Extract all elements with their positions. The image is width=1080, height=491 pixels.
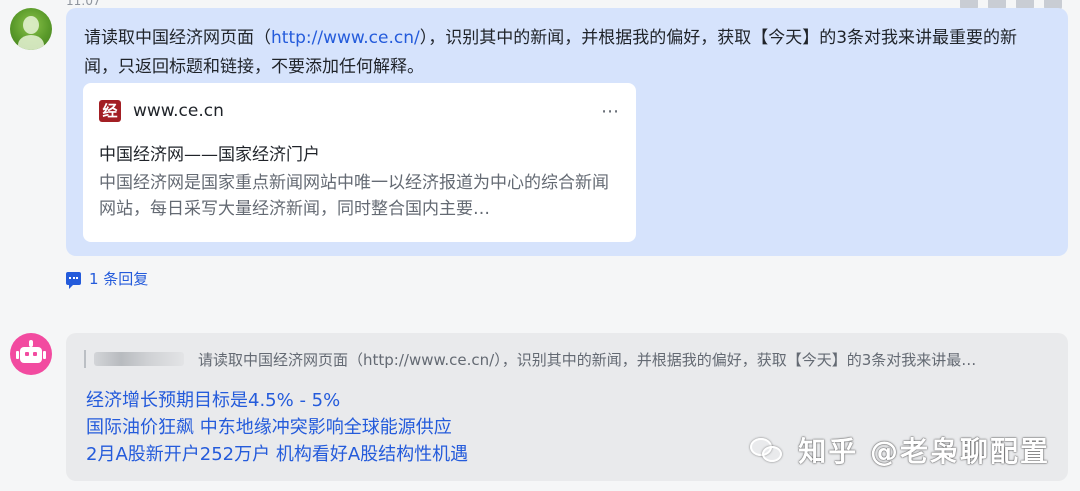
user-silhouette-body [18, 35, 44, 50]
watermark: 知乎 @老枭聊配置 [750, 430, 1050, 470]
site-logo-icon: 经 [99, 100, 121, 122]
robot-antenna [29, 340, 33, 347]
message-timestamp: 11:07 [66, 0, 101, 8]
reply-bubble-icon [66, 272, 81, 289]
bot-avatar[interactable] [10, 333, 52, 375]
wechat-icon [750, 436, 784, 464]
more-options-icon[interactable]: ⋯ [601, 101, 620, 122]
robot-icon [20, 347, 42, 363]
quote-bar [84, 350, 86, 368]
user-silhouette-head [23, 16, 39, 34]
user-message-text: 请读取中国经济网页面（http://www.ce.cn/），识别其中的新闻，并根… [84, 24, 1050, 82]
robot-eye-left [25, 352, 29, 356]
robot-ear-left [16, 351, 19, 359]
news-link-1[interactable]: 经济增长预期目标是4.5% - 5% [86, 387, 468, 414]
reply-thread-link[interactable]: 1 条回复 [66, 268, 148, 289]
reply-count-label: 1 条回复 [89, 270, 149, 288]
user-avatar[interactable] [10, 8, 52, 50]
card-description: 中国经济网是国家重点新闻网站中唯一以经济报道为中心的综合新闻网站，每日采写大量经… [99, 173, 609, 219]
card-domain: www.ce.cn [133, 101, 224, 121]
news-answer-list: 经济增长预期目标是4.5% - 5% 国际油价狂飙 中东地缘冲突影响全球能源供应… [86, 387, 468, 468]
link-preview-card[interactable]: 经 www.ce.cn ⋯ 中国经济网——国家经济门户 中国经济网是国家重点新闻… [83, 83, 636, 242]
news-link-3[interactable]: 2月A股新开户252万户 机构看好A股结构性机遇 [86, 441, 468, 468]
card-title: 中国经济网——国家经济门户 [99, 145, 320, 165]
quoted-message[interactable]: 请读取中国经济网页面（http://www.ce.cn/），识别其中的新闻，并根… [84, 347, 1044, 371]
card-header: 经 www.ce.cn ⋯ [99, 99, 620, 123]
message-link[interactable]: http://www.ce.cn/ [271, 28, 420, 48]
robot-eye-right [33, 352, 37, 356]
quoted-user-name-blurred [94, 352, 184, 366]
news-link-2[interactable]: 国际油价狂飙 中东地缘冲突影响全球能源供应 [86, 414, 468, 441]
robot-ear-right [43, 351, 46, 359]
message-text-part1: 请读取中国经济网页面（ [84, 28, 271, 48]
quoted-text: 请读取中国经济网页面（http://www.ce.cn/），识别其中的新闻，并根… [198, 350, 977, 369]
watermark-text: 知乎 @老枭聊配置 [798, 435, 1050, 468]
user-message-bubble: 请读取中国经济网页面（http://www.ce.cn/），识别其中的新闻，并根… [66, 8, 1068, 256]
